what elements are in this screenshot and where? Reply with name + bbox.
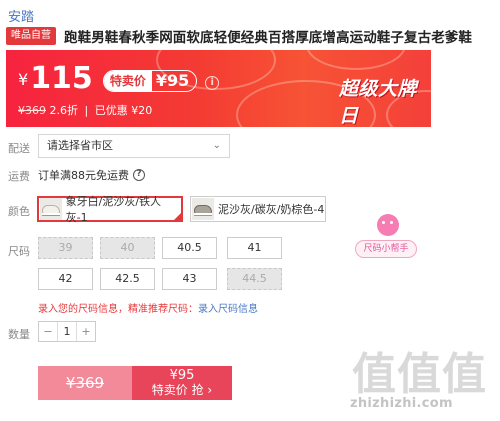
region-select-placeholder: 请选择省市区 <box>47 139 113 152</box>
color-option[interactable]: 象牙白/泥沙灰/铁人灰-1 <box>37 195 183 224</box>
color-option-label: 象牙白/泥沙灰/铁人灰-1 <box>65 195 162 224</box>
product-title-row: 唯品自营 跑鞋男鞋春秋季网面软底轻便经典百搭厚底增高运动鞋子复古老爹鞋 <box>6 26 472 46</box>
region-select[interactable]: 请选择省市区 ⌄ <box>38 134 230 158</box>
buy-action-label: 特卖价 抢 › <box>151 383 213 397</box>
color-option[interactable]: 泥沙灰/碳灰/奶棕色-4 <box>190 196 326 222</box>
size-option[interactable]: 40.5 <box>162 237 217 259</box>
discount-rate: 2.6折 <box>49 104 79 117</box>
quantity-stepper: − 1 + <box>38 321 96 342</box>
decrement-button[interactable]: − <box>39 325 57 338</box>
shoe-sole <box>42 213 60 216</box>
currency-symbol: ¥ <box>18 70 29 89</box>
shipping-label: 运费 <box>8 170 30 183</box>
selected-check-icon <box>173 212 182 221</box>
color-thumbnail <box>192 198 214 220</box>
quantity-input[interactable]: 1 <box>57 322 77 341</box>
size-option: 40 <box>100 237 155 259</box>
size-tip: 录入您的尺码信息，精准推荐尺码：录入尺码信息 <box>38 300 258 315</box>
size-option[interactable]: 42.5 <box>100 268 155 290</box>
buy-special-price-button[interactable]: ¥95 特卖价 抢 › <box>132 366 232 400</box>
buy-price: ¥95 <box>169 368 195 383</box>
size-info-link[interactable]: 录入尺码信息 <box>198 304 258 315</box>
product-title: 跑鞋男鞋春秋季网面软底轻便经典百搭厚底增高运动鞋子复古老爹鞋 <box>64 30 472 46</box>
price-banner: ¥ 115 特卖价 ¥95 i ¥369 2.6折 | 已优惠 ¥20 超级大牌… <box>6 50 431 127</box>
watermark-logo: 值值值 <box>352 349 487 400</box>
original-price: ¥369 <box>18 104 46 117</box>
saved-amount: 已优惠 ¥20 <box>94 104 153 117</box>
brand-link[interactable]: 安踏 <box>8 6 34 25</box>
size-tip-text: 录入您的尺码信息，精准推荐尺码： <box>38 304 198 315</box>
size-option[interactable]: 42 <box>38 268 93 290</box>
special-price-value: ¥95 <box>155 71 190 90</box>
special-price-label: 特卖价 <box>103 71 152 91</box>
current-price: 115 <box>30 61 93 96</box>
size-helper-button[interactable]: 尺码小帮手 <box>355 214 417 260</box>
divider: | <box>84 104 89 117</box>
buy-bar: ¥369 ¥95 特卖价 抢 › <box>38 366 232 400</box>
mascot-icon <box>377 214 399 236</box>
size-helper-label: 尺码小帮手 <box>355 240 417 258</box>
size-label: 尺码 <box>8 245 30 258</box>
size-option: 44.5 <box>227 268 282 290</box>
official-tag: 唯品自营 <box>6 27 56 45</box>
color-thumbnail <box>40 198 62 220</box>
info-icon[interactable]: i <box>205 76 220 90</box>
original-price-button[interactable]: ¥369 <box>38 366 132 400</box>
increment-button[interactable]: + <box>77 325 95 338</box>
price-main: ¥ 115 特卖价 ¥95 i <box>18 61 220 96</box>
promo-title: 超级大牌日 <box>339 78 418 127</box>
size-option[interactable]: 41 <box>227 237 282 259</box>
help-icon[interactable]: ? <box>133 169 145 181</box>
color-label: 颜色 <box>8 205 30 218</box>
quantity-label: 数量 <box>8 328 30 341</box>
watermark-url: zhizhizhi.com <box>350 396 453 411</box>
special-price-pill: 特卖价 ¥95 <box>102 70 198 92</box>
shipping-info: 订单满88元免运费 ? <box>38 167 145 183</box>
shoe-sole <box>194 213 212 216</box>
size-option: 39 <box>38 237 93 259</box>
price-sub: ¥369 2.6折 | 已优惠 ¥20 <box>18 102 152 118</box>
shipping-text: 订单满88元免运费 <box>38 169 129 182</box>
chevron-down-icon: ⌄ <box>212 140 221 151</box>
color-option-label: 泥沙灰/碳灰/奶棕色-4 <box>218 203 325 216</box>
size-option[interactable]: 43 <box>162 268 217 290</box>
delivery-label: 配送 <box>8 142 30 155</box>
banner-cloud-decoration <box>306 50 406 70</box>
